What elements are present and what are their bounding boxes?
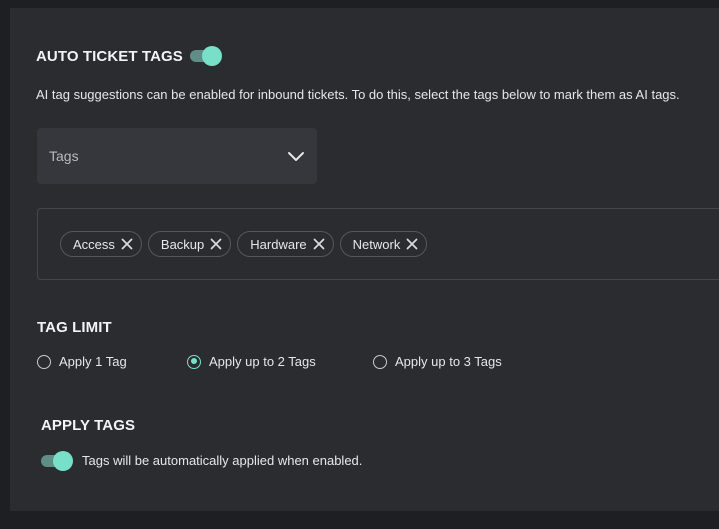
apply-tags-title: APPLY TAGS bbox=[41, 417, 136, 434]
close-icon[interactable] bbox=[210, 238, 222, 250]
tag-chip: Access bbox=[60, 231, 142, 257]
close-icon[interactable] bbox=[121, 238, 133, 250]
apply-tags-toggle[interactable] bbox=[41, 451, 73, 471]
tag-limit-title: TAG LIMIT bbox=[37, 319, 112, 336]
tag-chip-label: Hardware bbox=[250, 236, 307, 252]
settings-panel: AUTO TICKET TAGS AI tag suggestions can … bbox=[10, 8, 719, 511]
tags-dropdown-placeholder: Tags bbox=[49, 148, 79, 164]
tag-limit-option-2[interactable]: Apply up to 2 Tags bbox=[187, 354, 316, 369]
tag-limit-radio-group: Apply 1 Tag Apply up to 2 Tags Apply up to… bbox=[37, 354, 717, 374]
auto-ticket-tags-title: AUTO TICKET TAGS bbox=[36, 48, 183, 65]
tag-chip-list: Access Backup Hardware Network bbox=[60, 231, 428, 257]
auto-tags-description: AI tag suggestions can be enabled for in… bbox=[36, 87, 680, 102]
radio-circle[interactable] bbox=[187, 354, 201, 369]
tag-chip-label: Access bbox=[73, 236, 115, 252]
toggle-knob bbox=[53, 451, 73, 471]
toggle-knob bbox=[202, 46, 222, 66]
tag-limit-option-3[interactable]: Apply up to 3 Tags bbox=[373, 354, 502, 369]
radio-label: Apply up to 3 Tags bbox=[395, 354, 502, 369]
radio-circle[interactable] bbox=[37, 354, 51, 369]
tags-dropdown[interactable]: Tags bbox=[37, 128, 317, 184]
chevron-down-icon bbox=[288, 152, 304, 161]
selected-tags-box: Access Backup Hardware Network bbox=[37, 208, 719, 280]
close-icon[interactable] bbox=[406, 238, 418, 250]
tag-chip: Backup bbox=[147, 231, 232, 257]
tag-chip-label: Network bbox=[352, 236, 401, 252]
auto-ticket-tags-toggle[interactable] bbox=[190, 46, 222, 66]
tag-chip-label: Backup bbox=[160, 236, 205, 252]
tag-chip: Network bbox=[339, 231, 428, 257]
apply-tags-description: Tags will be automatically applied when … bbox=[82, 453, 363, 468]
radio-label: Apply up to 2 Tags bbox=[209, 354, 316, 369]
close-icon[interactable] bbox=[313, 238, 325, 250]
radio-label: Apply 1 Tag bbox=[59, 354, 127, 369]
tag-limit-option-1[interactable]: Apply 1 Tag bbox=[37, 354, 127, 369]
radio-circle[interactable] bbox=[373, 354, 387, 369]
tag-chip: Hardware bbox=[237, 231, 334, 257]
